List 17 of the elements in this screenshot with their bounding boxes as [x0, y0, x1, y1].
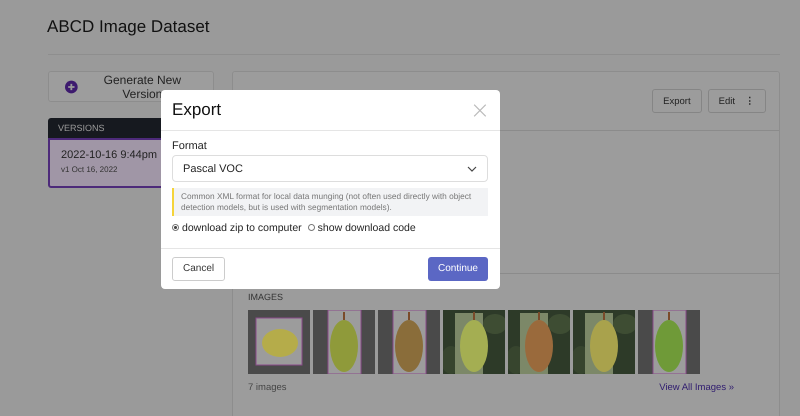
images-heading: IMAGES	[248, 292, 284, 302]
download-option[interactable]: show download code	[308, 222, 416, 234]
version-title: 2022-10-16 9:44pm	[61, 149, 158, 161]
format-description: Common XML format for local data munging (not often used directly with object detection models, but is used with segmentation models).	[172, 188, 488, 216]
plus-icon	[65, 80, 78, 94]
edit-button[interactable]: Edit ⋮	[708, 89, 766, 113]
download-option[interactable]: download zip to computer	[172, 222, 302, 234]
format-dropdown[interactable]: Pascal VOC	[172, 155, 488, 182]
format-label: Format	[172, 140, 208, 152]
page-title: ABCD Image Dataset	[46, 16, 211, 38]
cancel-button[interactable]: Cancel	[172, 256, 226, 281]
continue-button[interactable]: Continue	[428, 256, 488, 281]
export-button[interactable]: Export	[652, 89, 702, 113]
image-count: 7 images	[248, 382, 287, 393]
dialog-title: Export	[172, 100, 222, 120]
view-all-images-link[interactable]: View All Images »	[659, 382, 734, 393]
chevron-down-icon	[467, 166, 477, 172]
